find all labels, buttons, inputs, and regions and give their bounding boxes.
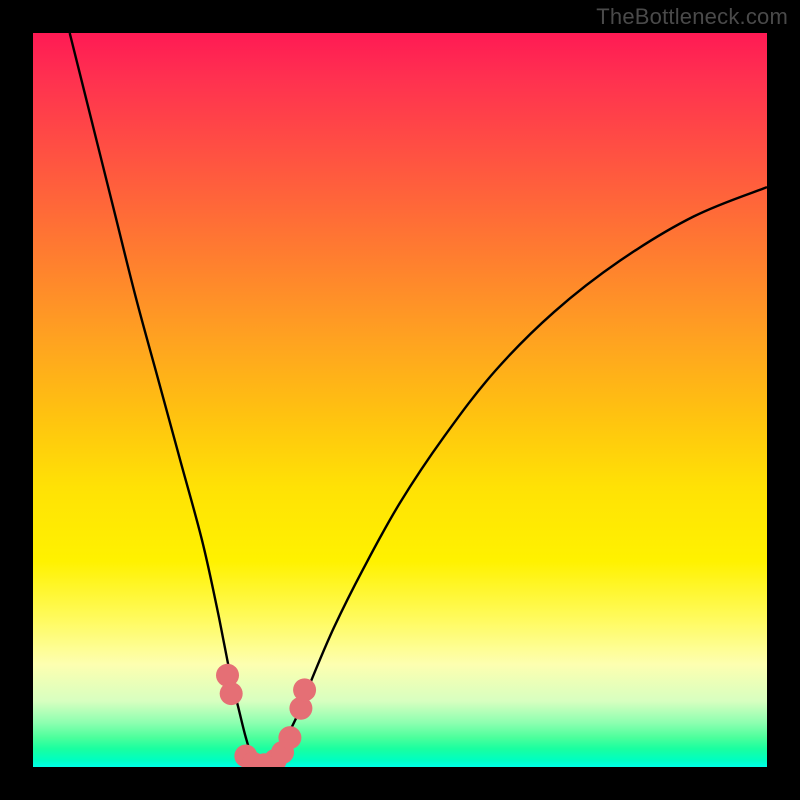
bottleneck-chart-svg	[33, 33, 767, 767]
curve-layer	[70, 33, 767, 767]
data-marker	[220, 682, 243, 705]
bottleneck-curve	[70, 33, 767, 767]
outer-frame: TheBottleneck.com	[0, 0, 800, 800]
data-marker	[278, 726, 301, 749]
data-markers	[216, 664, 316, 767]
data-marker	[293, 678, 316, 701]
attribution-label: TheBottleneck.com	[596, 4, 788, 30]
plot-area	[33, 33, 767, 767]
